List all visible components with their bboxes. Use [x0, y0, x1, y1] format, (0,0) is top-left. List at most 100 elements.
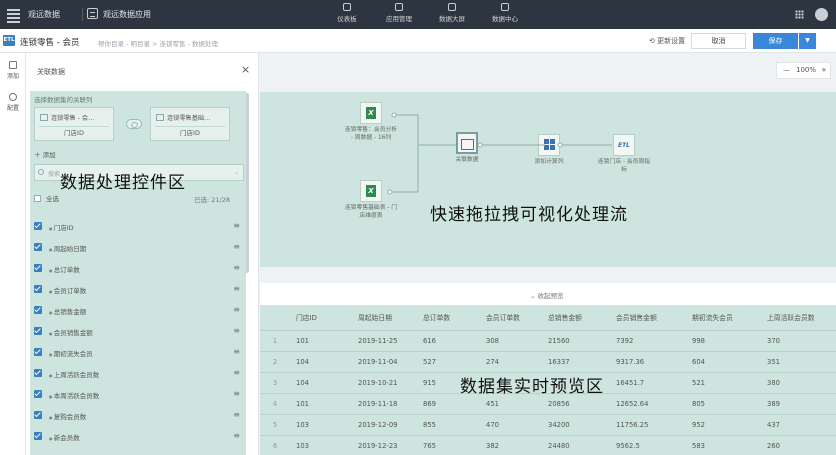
column-header[interactable]: 总销售金额	[542, 305, 610, 330]
top-bar: 观远数据 观远数据应用 仪表板 应用管理 数据大屏 数据中心	[0, 0, 836, 29]
field-checkbox[interactable]	[34, 411, 42, 419]
nav-data-center[interactable]: 数据中心	[480, 3, 530, 23]
selected-count: 已选: 21/28	[194, 196, 230, 204]
close-icon[interactable]: ×	[241, 63, 250, 76]
field-row[interactable]: 总销售金额≡	[34, 305, 244, 317]
dashboard-icon	[343, 3, 351, 11]
field-row[interactable]: 会员销售金额≡	[34, 326, 244, 338]
field-row[interactable]: 新会员数≡	[34, 431, 244, 443]
node-port	[387, 189, 393, 195]
node-port	[557, 142, 563, 148]
connector-store-join	[390, 145, 419, 193]
column-header[interactable]: 会员销售金额	[610, 305, 686, 330]
column-header[interactable]: 会员订单数	[480, 305, 542, 330]
drag-handle-icon[interactable]: ≡	[233, 284, 240, 293]
table-row[interactable]: 6 103 2019-12-23 765 382 24480 9562.5 583 260	[260, 435, 836, 455]
node-port	[391, 112, 397, 118]
table-row[interactable]: 5 103 2019-12-09 855 470 34200 11756.25 952 437	[260, 414, 836, 435]
column-header[interactable]: 总订单数	[417, 305, 480, 330]
search-icon	[38, 169, 44, 175]
field-row[interactable]: 期初流失会员≡	[34, 347, 244, 359]
table-row[interactable]: 2 104 2019-11-04 527 274 16337 9317.36 604 351	[260, 351, 836, 372]
select-all-checkbox[interactable]: 全选	[34, 193, 59, 203]
app-management-icon	[395, 3, 403, 11]
config-button[interactable]: 配置	[0, 93, 26, 112]
apps-grid-icon[interactable]	[795, 10, 804, 19]
dataset-title[interactable]: 连锁零售 - 会员	[20, 36, 79, 48]
overlay-label-controls: 数据处理控件区	[60, 173, 186, 193]
drag-handle-icon[interactable]: ≡	[233, 221, 240, 230]
field-row[interactable]: 本周活跃会员数≡	[34, 389, 244, 401]
add-node-button[interactable]: 添加	[0, 61, 26, 80]
right-dataset-name: 连锁零售基础…	[156, 113, 210, 122]
column-header[interactable]: 周起始日期	[352, 305, 417, 330]
field-checkbox[interactable]	[34, 348, 42, 356]
drag-handle-icon[interactable]: ≡	[233, 263, 240, 272]
app-icon	[87, 8, 98, 19]
flow-connectors	[387, 112, 612, 195]
field-checkbox[interactable]	[34, 390, 42, 398]
field-checkbox[interactable]	[34, 306, 42, 314]
field-checkbox[interactable]	[34, 432, 42, 440]
panel-title: 关联数据	[37, 68, 65, 76]
field-checkbox[interactable]	[34, 369, 42, 377]
breadcrumb[interactable]: 帮你目录 - 明目录 > 连锁零售 - 数据处理	[98, 38, 218, 48]
save-button[interactable]: 保存	[753, 33, 798, 49]
chevron-down-icon: ⌄	[233, 169, 239, 176]
field-checkbox[interactable]	[34, 222, 42, 230]
add-join-button[interactable]: ＋ 添加	[34, 149, 56, 159]
right-join-field[interactable]: 门店ID	[155, 126, 225, 139]
field-checkbox[interactable]	[34, 327, 42, 335]
collapse-preview-button[interactable]: ⌄ 收起预览	[530, 290, 564, 300]
column-header[interactable]: 期初流失会员	[686, 305, 761, 330]
left-dataset-box[interactable]: 连锁零售 - 会… 门店ID	[34, 107, 114, 141]
processing-controls-zone: 选择数据集的关联列 连锁零售 - 会… 门店ID 连锁零售基础… 门店ID ＋ …	[30, 91, 246, 455]
data-screen-icon	[448, 3, 456, 11]
chevron-down-icon[interactable]: ▼	[799, 33, 816, 49]
right-dataset-box[interactable]: 连锁零售基础… 门店ID	[150, 107, 230, 141]
field-checkbox[interactable]	[34, 243, 42, 251]
nav-app-management[interactable]: 应用管理	[374, 3, 424, 23]
nav-dashboard[interactable]: 仪表板	[322, 3, 372, 23]
brand-name[interactable]: 观远数据	[28, 9, 60, 20]
etl-icon: ETL	[3, 35, 15, 46]
logo-icon[interactable]	[6, 7, 21, 23]
overlay-label-flow: 快速拖拉拽可视化处理流	[430, 205, 628, 225]
zoom-in-button[interactable]: +	[821, 66, 827, 74]
join-type-icon[interactable]	[126, 119, 142, 129]
drag-handle-icon[interactable]: ≡	[233, 305, 240, 314]
add-node-icon	[9, 61, 17, 69]
join-columns-label: 选择数据集的关联列	[34, 96, 93, 104]
field-checkbox[interactable]	[34, 285, 42, 293]
table-row[interactable]: 1 101 2019-11-25 616 308 21560 7392 998 370	[260, 330, 836, 351]
field-row[interactable]: 上周活跃会员数≡	[34, 368, 244, 380]
field-row[interactable]: 总订单数≡	[34, 263, 244, 275]
connector-member-join	[394, 114, 456, 146]
drag-handle-icon[interactable]: ≡	[233, 389, 240, 398]
column-header[interactable]: 上周活跃会员数	[761, 305, 836, 330]
column-header[interactable]: 门店ID	[290, 305, 352, 330]
field-checkbox[interactable]	[34, 264, 42, 272]
drag-handle-icon[interactable]: ≡	[233, 431, 240, 440]
drag-handle-icon[interactable]: ≡	[233, 242, 240, 251]
update-settings-button[interactable]: ⟲ 更新设置	[649, 36, 685, 46]
drag-handle-icon[interactable]: ≡	[233, 347, 240, 356]
drag-handle-icon[interactable]: ≡	[233, 368, 240, 377]
field-row[interactable]: 周起始日期≡	[34, 242, 244, 254]
drag-handle-icon[interactable]: ≡	[233, 326, 240, 335]
left-join-field[interactable]: 门店ID	[39, 126, 109, 139]
zoom-control: — 100% +	[776, 62, 831, 79]
field-row[interactable]: 会员订单数≡	[34, 284, 244, 296]
overlay-label-preview: 数据集实时预览区	[460, 377, 604, 397]
nav-data-screen[interactable]: 数据大屏	[427, 3, 477, 23]
node-port	[477, 142, 483, 148]
cancel-button[interactable]: 取消	[691, 33, 746, 49]
app-name[interactable]: 观远数据应用	[103, 9, 151, 20]
field-row[interactable]: 复购会员数≡	[34, 410, 244, 422]
zoom-level: 100%	[796, 66, 817, 74]
divider	[82, 8, 83, 21]
field-row[interactable]: 门店ID≡	[34, 221, 244, 233]
zoom-out-button[interactable]: —	[783, 66, 790, 74]
drag-handle-icon[interactable]: ≡	[233, 410, 240, 419]
avatar[interactable]	[815, 8, 828, 21]
